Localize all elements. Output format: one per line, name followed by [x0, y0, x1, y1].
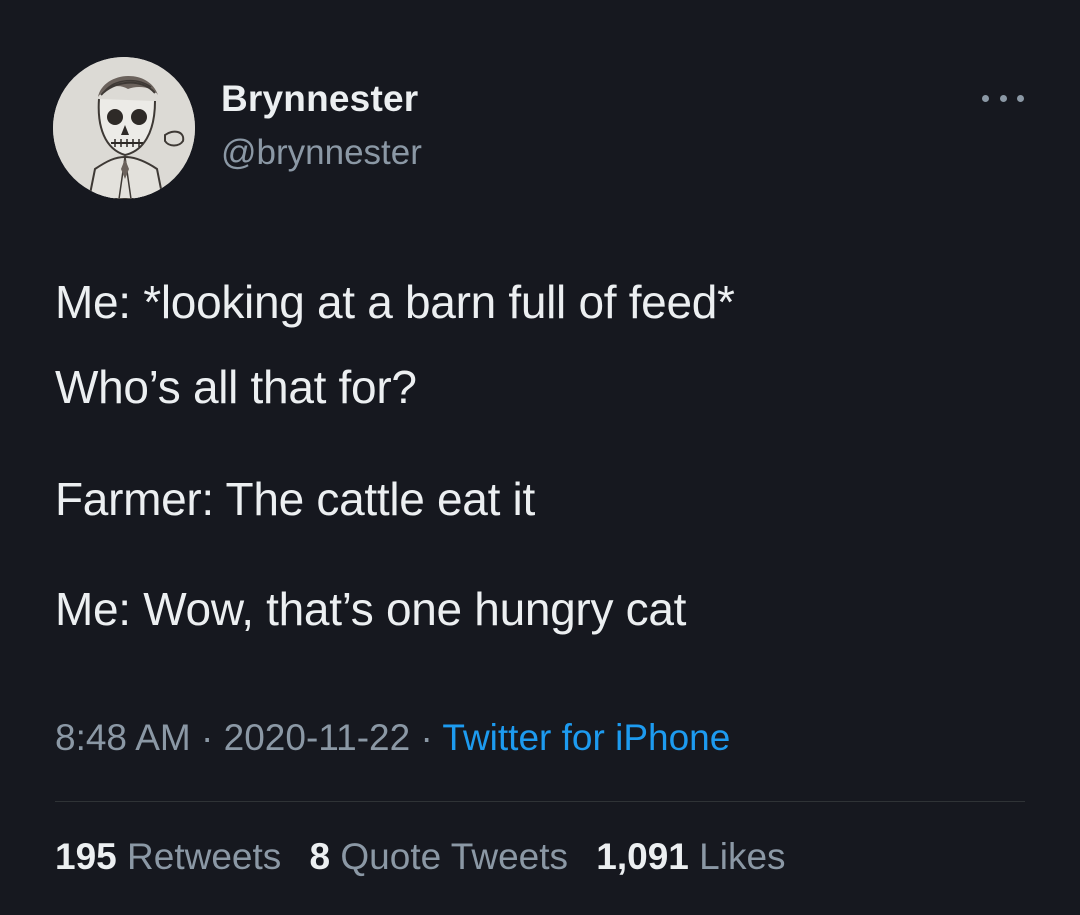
- tweet-text-line: Me: Wow, that’s one hungry cat: [55, 583, 687, 635]
- meta-separator: ·: [190, 717, 224, 758]
- tweet-source-link[interactable]: Twitter for iPhone: [442, 717, 730, 758]
- user-handle[interactable]: @brynnester: [221, 133, 422, 173]
- likes-label: Likes: [699, 836, 786, 877]
- retweets-count: 195: [55, 836, 117, 877]
- likes-stat[interactable]: 1,091 Likes: [596, 836, 785, 877]
- tweet-text-line: Me: *looking at a barn full of feed*: [55, 276, 735, 328]
- meta-separator: ·: [410, 717, 443, 758]
- more-horizontal-icon[interactable]: [982, 88, 1024, 108]
- tweet-date[interactable]: 2020-11-22: [224, 717, 411, 758]
- quote-tweets-stat[interactable]: 8 Quote Tweets: [310, 836, 568, 877]
- more-dot: [1017, 94, 1024, 102]
- likes-count: 1,091: [596, 836, 689, 877]
- quote-tweets-label: Quote Tweets: [340, 836, 569, 877]
- avatar-sketch-icon: [53, 57, 195, 199]
- divider: [55, 801, 1025, 802]
- tweet-time[interactable]: 8:48 AM: [55, 717, 191, 758]
- display-name[interactable]: Brynnester: [221, 78, 418, 120]
- tweet-container: Brynnester @brynnester Me: *looking at a…: [0, 0, 1080, 915]
- tweet-text-line: Farmer: The cattle eat it: [55, 473, 535, 525]
- retweets-stat[interactable]: 195 Retweets: [55, 836, 281, 877]
- quote-tweets-count: 8: [309, 836, 331, 877]
- more-dot: [982, 94, 989, 102]
- retweets-label: Retweets: [127, 836, 282, 877]
- tweet-text-line: Who’s all that for?: [55, 361, 417, 413]
- tweet-stats: 195 Retweets 8 Quote Tweets 1,091 Likes: [55, 836, 804, 878]
- avatar[interactable]: [53, 57, 195, 199]
- tweet-meta: 8:48 AM · 2020-11-22 · Twitter for iPhon…: [55, 717, 730, 759]
- more-dot: [999, 94, 1007, 102]
